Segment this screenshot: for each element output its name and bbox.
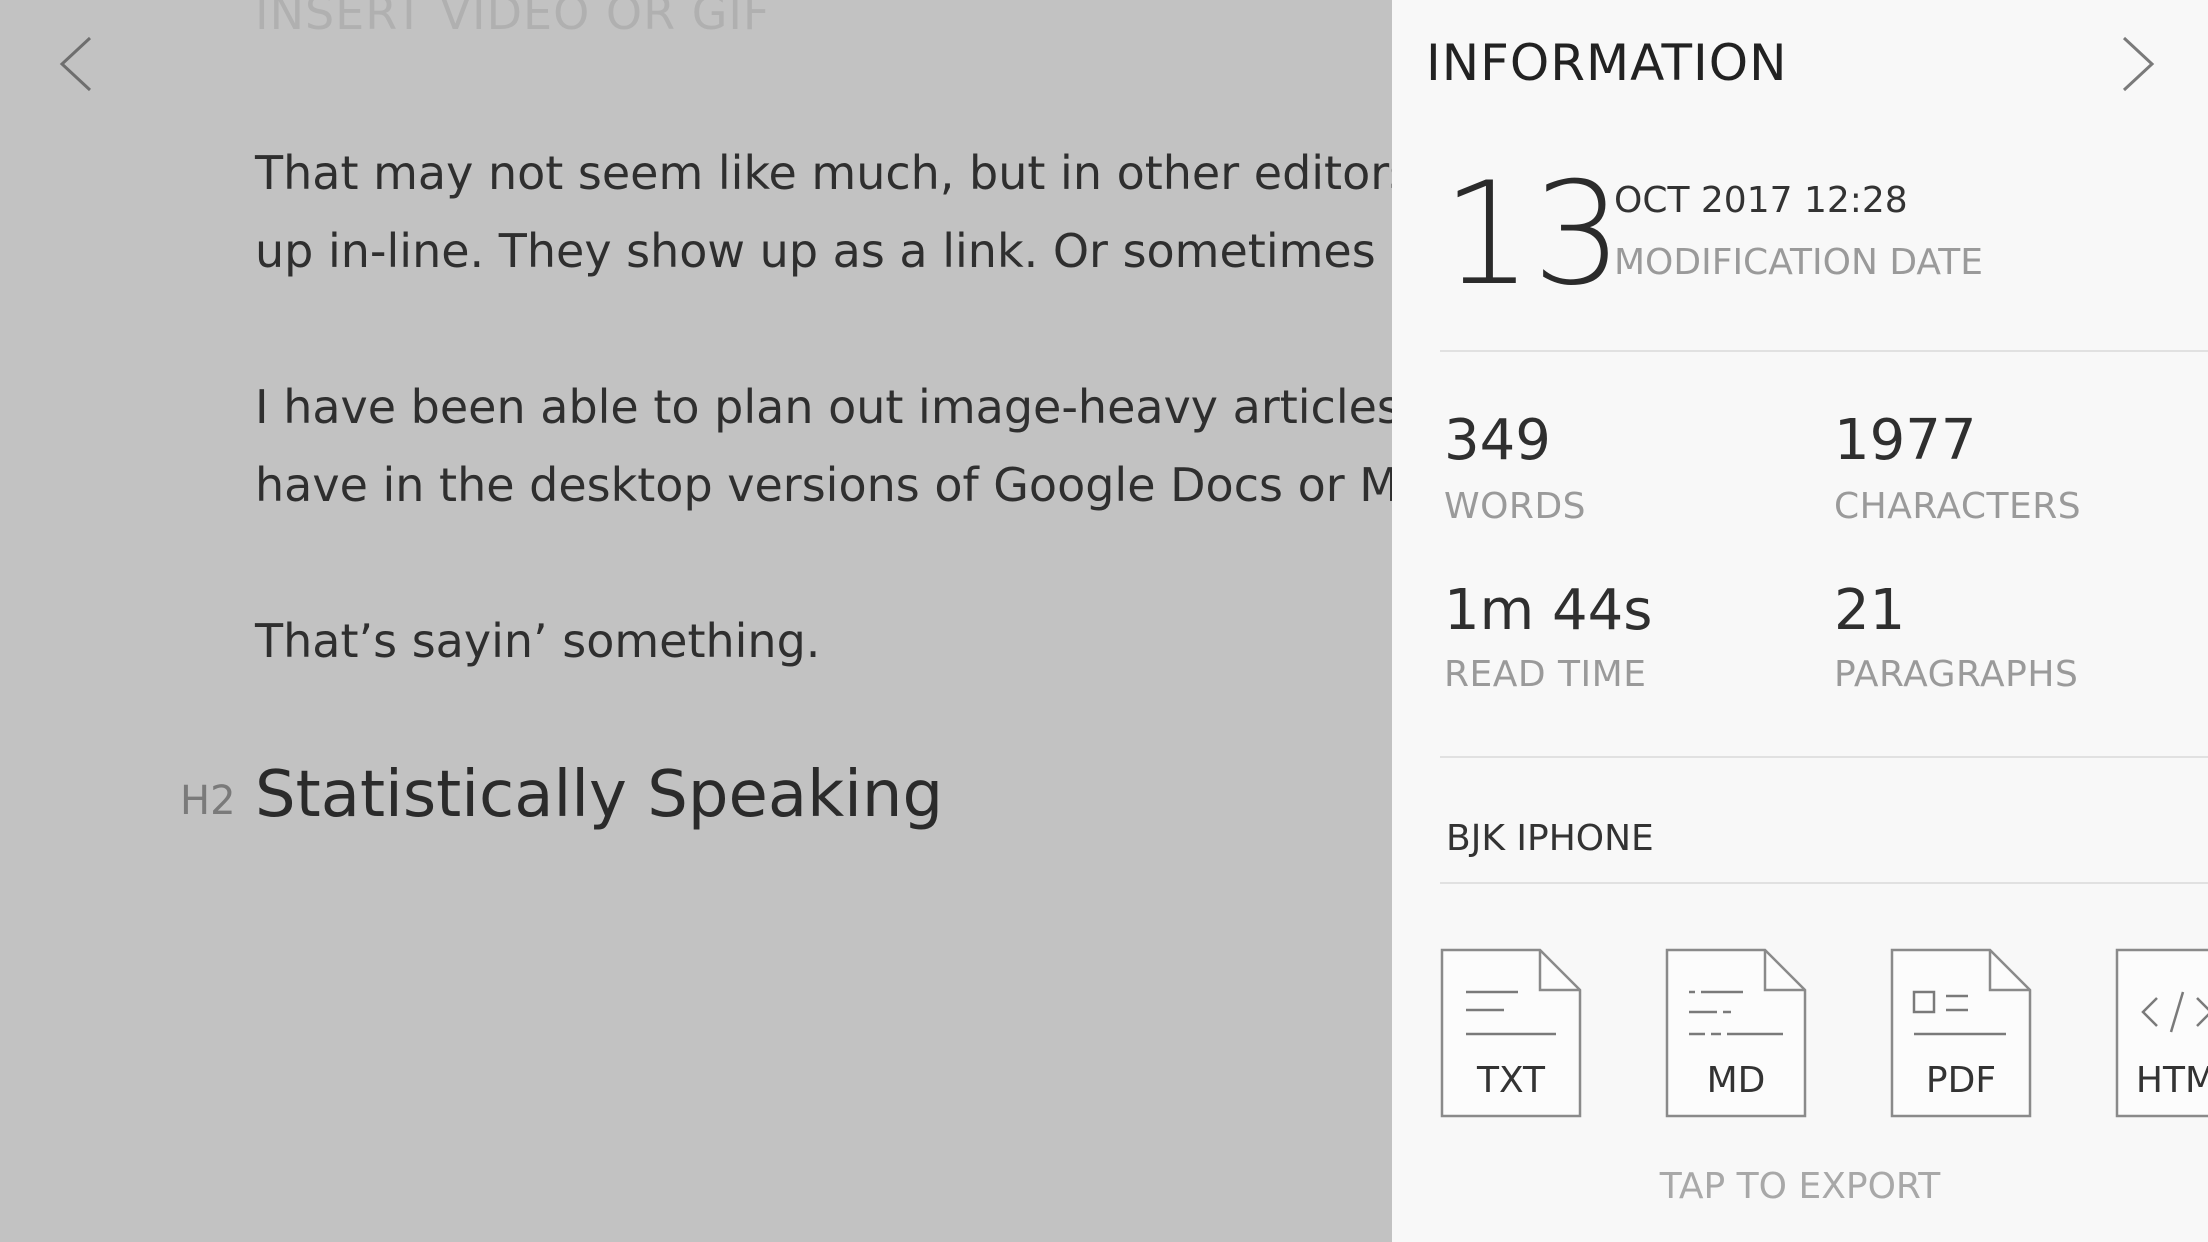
word-count-value: 349	[1444, 408, 1551, 473]
insert-media-placeholder: INSERT VIDEO OR GIF	[255, 0, 771, 40]
export-format-label: MD	[1706, 1060, 1766, 1101]
heading-level-marker: H2	[180, 778, 236, 824]
export-format-label: HTML	[2135, 1060, 2208, 1101]
paragraph-line[interactable]: up in-line. They show up as a link. Or s…	[255, 212, 1392, 290]
divider	[1440, 756, 2208, 758]
word-count-label: WORDS	[1444, 486, 1587, 527]
paragraph-count-label: PARAGRAPHS	[1834, 654, 2079, 695]
read-time-value: 1m 44s	[1444, 578, 1653, 643]
editor-pane: INSERT VIDEO OR GIF That may not seem li…	[0, 0, 1392, 1242]
export-pdf-button[interactable]: PDF	[1890, 948, 2032, 1118]
divider	[1440, 882, 2208, 884]
information-panel: INFORMATION 13 OCT 2017 12:28 MODIFICATI…	[1392, 0, 2208, 1242]
modification-day: 13	[1442, 152, 1623, 317]
character-count-value: 1977	[1834, 408, 1977, 473]
modification-date-value: OCT 2017 12:28	[1614, 180, 1908, 221]
device-name: BJK IPHONE	[1446, 818, 1654, 859]
export-format-label: TXT	[1476, 1060, 1545, 1101]
export-md-button[interactable]: MD	[1665, 948, 1807, 1118]
export-format-label: PDF	[1925, 1060, 1997, 1101]
read-time-label: READ TIME	[1444, 654, 1647, 695]
paragraph-line[interactable]: That’s sayin’ something.	[255, 602, 820, 680]
export-html-button[interactable]: HTML	[2115, 948, 2208, 1118]
export-txt-button[interactable]: TXT	[1440, 948, 1582, 1118]
modification-date-label: MODIFICATION DATE	[1614, 242, 1983, 283]
divider	[1440, 350, 2208, 352]
character-count-label: CHARACTERS	[1834, 486, 2082, 527]
paragraph-line[interactable]: That may not seem like much, but in othe…	[255, 134, 1392, 212]
back-chevron-icon[interactable]	[50, 34, 110, 94]
section-heading[interactable]: Statistically Speaking	[255, 758, 943, 832]
forward-chevron-icon[interactable]	[2104, 34, 2164, 94]
tap-to-export-hint: TAP TO EXPORT	[1659, 1166, 1941, 1207]
paragraph-line[interactable]: have in the desktop versions of Google D…	[255, 446, 1392, 524]
panel-title: INFORMATION	[1426, 34, 1788, 92]
paragraph-line[interactable]: I have been able to plan out image-heavy…	[255, 368, 1392, 446]
paragraph-count-value: 21	[1834, 578, 1906, 643]
